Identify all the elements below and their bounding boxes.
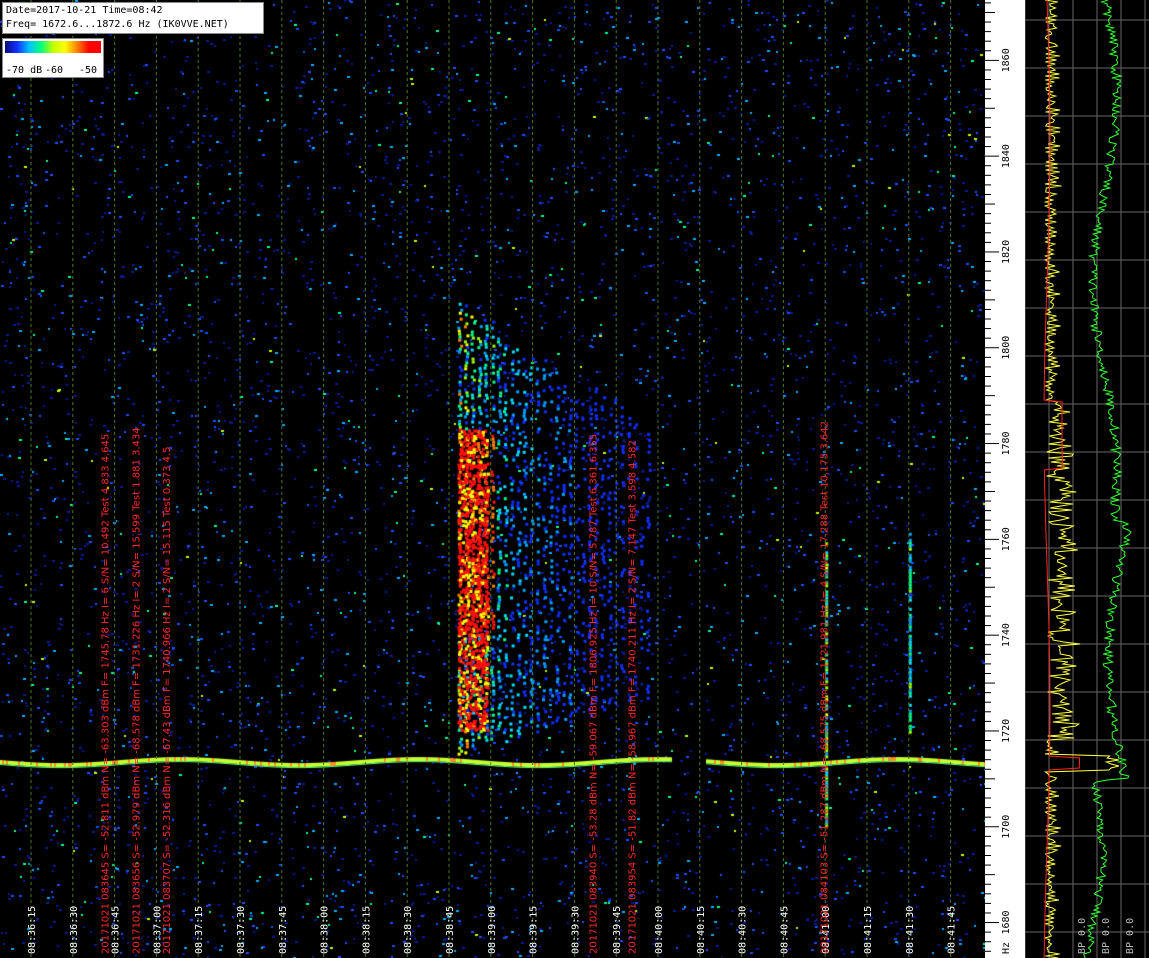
frequency-tick-label: 1820 — [1001, 240, 1012, 264]
spectrum-trace-current — [1043, 0, 1120, 958]
time-tick-label: 08:39:45 — [612, 906, 623, 954]
detection-annotation: 20171021 083645 S= -52.811 dBm N= -63.30… — [101, 434, 112, 954]
time-tick-label: 08:38:45 — [445, 906, 456, 954]
legend-label-mid: -60 — [45, 65, 64, 76]
time-tick-label: 08:40:15 — [696, 906, 707, 954]
spectrum-panel: BP 0.0 BP 0.0 BP 0.0 — [1025, 0, 1149, 958]
time-tick-label: 08:39:30 — [570, 906, 581, 954]
time-tick-label: 08:37:45 — [278, 906, 289, 954]
detection-annotation: 20171021 083656 S= -52.979 dBm N= -68.57… — [131, 427, 142, 954]
time-tick-label: 08:36:15 — [27, 906, 38, 954]
frequency-range-label: Freq= 1672.6...1872.6 Hz (IK0VVE.NET) — [6, 19, 229, 30]
color-scale-bar — [5, 41, 101, 53]
time-tick-label: 08:37:30 — [236, 906, 247, 954]
spectrum-trace-average — [1083, 0, 1132, 958]
time-tick-label: 08:41:30 — [905, 906, 916, 954]
time-tick-label: 08:38:30 — [403, 906, 414, 954]
time-tick-label: 08:36:30 — [69, 906, 80, 954]
frequency-tick-label: 1800 — [1001, 336, 1012, 360]
time-tick-label: 08:39:15 — [529, 906, 540, 954]
legend-label-min: -70 dB — [6, 65, 43, 76]
detection-annotation: 20171021 084103 S= -51.287 dBm N= -68.57… — [820, 421, 831, 954]
spectrogram-overlay: 08:36:15 08:36:30 08:36:45 08:37:00 08:37:15… — [0, 0, 958, 958]
spectrum-side-label: BP 0.0 — [1125, 918, 1136, 954]
frequency-tick-label: 1740 — [1001, 623, 1012, 647]
frequency-tick-label: 1700 — [1001, 815, 1012, 839]
info-box: Date=2017-10-21 Time=08:42 Freq= 1672.6.… — [2, 2, 264, 34]
spectrogram-waterfall: 08:36:15 08:36:30 08:36:45 08:37:00 08:37:15… — [0, 0, 985, 958]
time-tick-label: 08:40:00 — [654, 906, 665, 954]
color-scale-legend: -70 dB -60 -50 — [2, 38, 104, 78]
detection-annotation: 20171021 083707 S= -52.316 dBm N= -67.43… — [162, 446, 173, 954]
frequency-tick-label: 1760 — [1001, 527, 1012, 551]
time-tick-label: 08:41:45 — [947, 906, 958, 954]
time-tick-label: 08:39:00 — [487, 906, 498, 954]
frequency-unit-label: Hz — [1001, 942, 1012, 954]
frequency-axis: 1680 1700 1720 1740 1760 1780 1800 1820 1840 1860… — [985, 0, 1025, 958]
time-tick-label: 08:37:15 — [194, 906, 205, 954]
frequency-tick-label: 1780 — [1001, 431, 1012, 455]
detection-annotation: 20171021 083954 S= -51.82 dBm N= -58.967… — [627, 440, 638, 954]
time-tick-label: 08:40:45 — [779, 906, 790, 954]
date-time-label: Date=2017-10-21 Time=08:42 — [6, 5, 163, 16]
time-tick-label: 08:41:15 — [863, 906, 874, 954]
spectrum-side-label: BP 0.0 — [1101, 918, 1112, 954]
time-tick-label: 08:38:00 — [320, 906, 331, 954]
frequency-tick-label: 1860 — [1001, 48, 1012, 72]
spectrum-side-label: BP 0.0 — [1077, 918, 1088, 954]
detection-annotation: 20171021 083940 S= -53.28 dBm N= -59.067… — [588, 434, 599, 954]
spectrum-svg: BP 0.0 BP 0.0 BP 0.0 — [1025, 0, 1149, 958]
time-tick-label: 08:40:30 — [738, 906, 749, 954]
time-tick-label: 08:38:15 — [361, 906, 372, 954]
time-tick-label: 08:36:45 — [111, 906, 122, 954]
frequency-axis-svg: 1680 1700 1720 1740 1760 1780 1800 1820 1840 1860… — [985, 2, 1012, 954]
legend-label-max: -50 — [79, 65, 98, 76]
frequency-tick-label: 1680 — [1001, 910, 1012, 934]
frequency-tick-label: 1720 — [1001, 719, 1012, 743]
frequency-tick-label: 1840 — [1001, 144, 1012, 168]
